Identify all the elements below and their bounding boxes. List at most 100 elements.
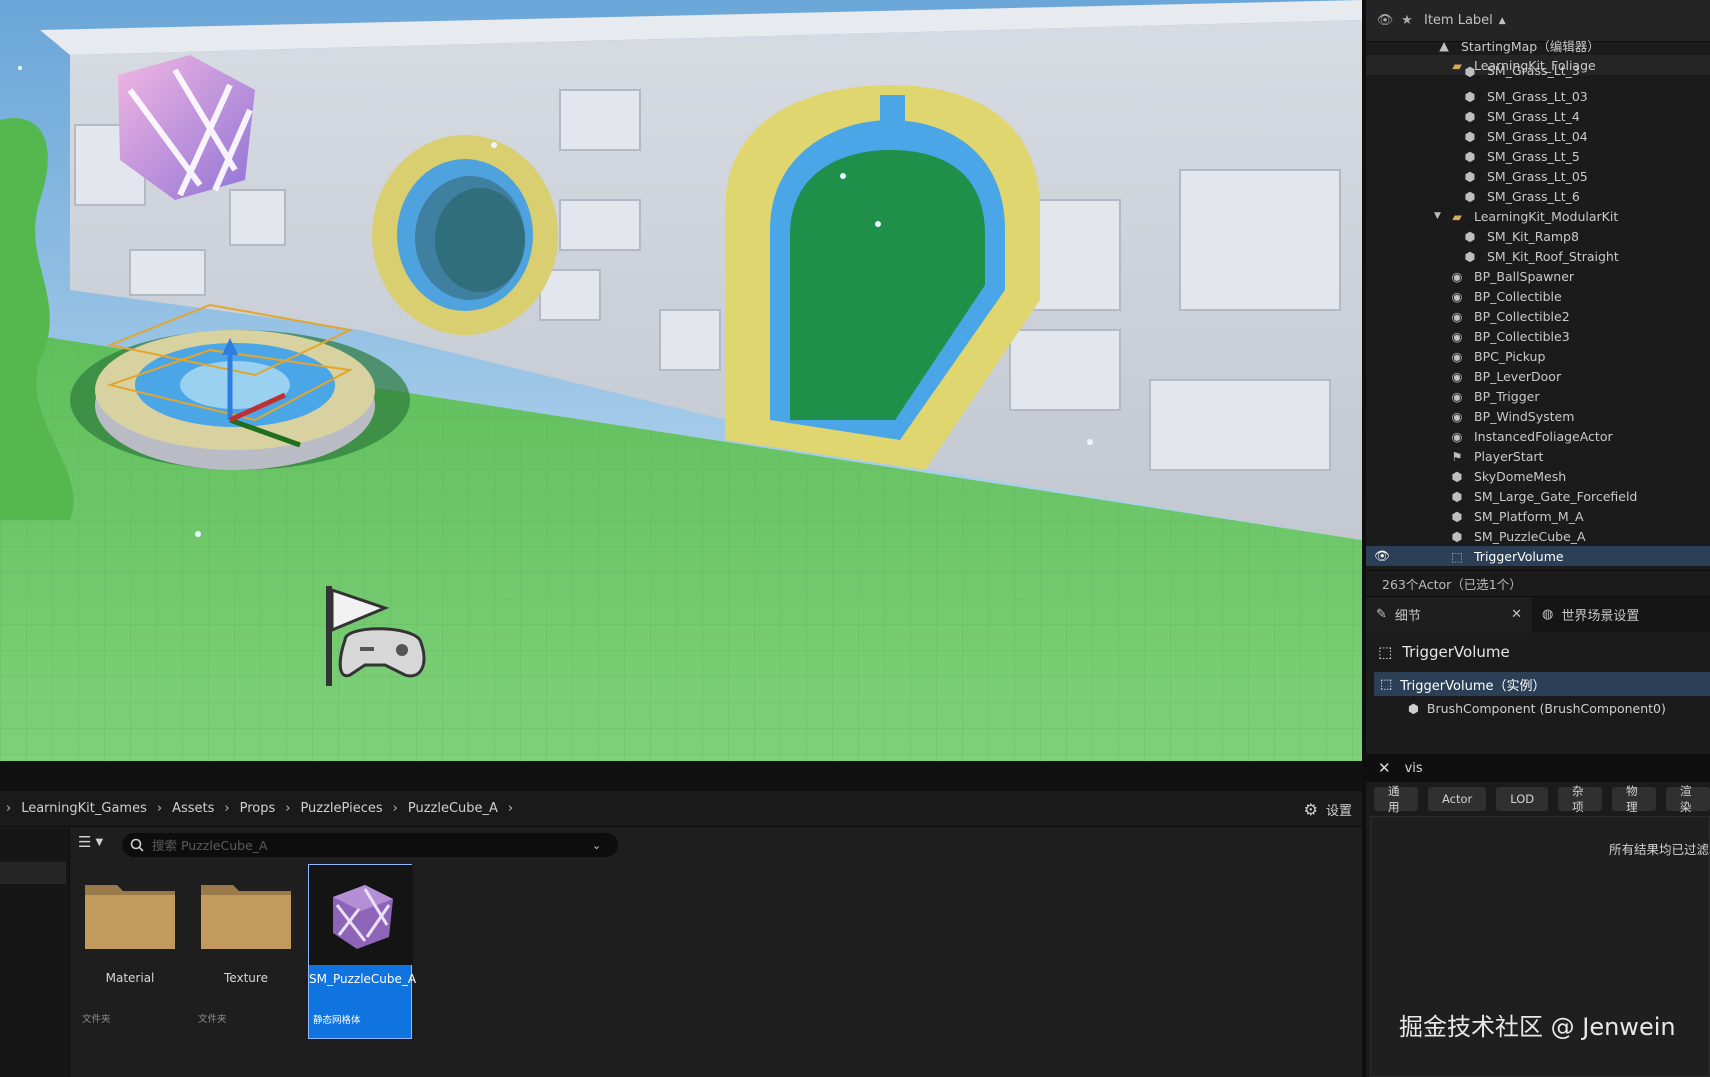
close-icon[interactable]: ✕ — [1511, 607, 1522, 622]
outliner-row[interactable]: ⬢ SM_Kit_Roof_Straight — [1366, 246, 1710, 266]
outliner-row[interactable]: ⬢ SM_Kit_Ramp8 — [1366, 226, 1710, 246]
folder-icon — [78, 864, 182, 964]
content-browser[interactable]: › LearningKit_Games › Assets › Props › PuzzlePi… — [0, 761, 1362, 1077]
blueprint-actor-icon: ◉ — [1451, 388, 1463, 404]
details-search[interactable]: ✕ vis — [1366, 754, 1710, 782]
outliner-row[interactable]: ◉ BP_BallSpawner — [1366, 266, 1710, 286]
tab-details[interactable]: ✎ 细节 ✕ — [1366, 596, 1532, 633]
outliner-row-label: BP_Collectible — [1474, 288, 1562, 304]
outliner-row-label: BP_Collectible3 — [1474, 328, 1570, 344]
filter-tab[interactable]: Actor — [1427, 787, 1487, 811]
expand-chevron-icon[interactable]: ▼ — [1434, 211, 1441, 221]
breadcrumb-item[interactable]: Props — [240, 801, 276, 816]
source-tree-selected-item[interactable] — [0, 862, 66, 884]
outliner-row-label: SM_Grass_Lt_05 — [1487, 168, 1588, 184]
outliner-row[interactable]: ⬢ SM_Grass_Lt_4 — [1366, 106, 1710, 126]
outliner-row[interactable]: ◉ BP_WindSystem — [1366, 406, 1710, 426]
asset-search[interactable]: ⌄ — [122, 833, 618, 857]
small-ring-mesh[interactable] — [372, 135, 558, 335]
blueprint-actor-icon: ◉ — [1451, 368, 1463, 384]
outliner-row-label: BP_WindSystem — [1474, 408, 1575, 424]
chevron-right-icon[interactable]: › — [224, 801, 229, 816]
asset-type: 文件夹 — [198, 1014, 227, 1025]
visibility-eye-icon[interactable]: 👁 — [1374, 13, 1396, 28]
chevron-right-icon[interactable]: › — [508, 801, 513, 816]
source-tree-panel[interactable] — [0, 828, 70, 1077]
blueprint-actor-icon: ◉ — [1451, 328, 1463, 344]
outliner-row[interactable]: ◉ BPC_Pickup — [1366, 346, 1710, 366]
asset-static-mesh-puzzlecube[interactable]: SM_PuzzleCube_A 静态网格体 — [308, 864, 416, 1039]
outliner-row[interactable]: ⬢ SkyDomeMesh — [1366, 466, 1710, 486]
outliner-row[interactable]: ◉ BP_Collectible3 — [1366, 326, 1710, 346]
chevron-right-icon[interactable]: › — [393, 801, 398, 816]
chevron-right-icon[interactable]: › — [157, 801, 162, 816]
outliner-row[interactable]: ⬢ SM_PuzzleCube_A — [1366, 526, 1710, 546]
selected-object-title: ⬚ TriggerVolume — [1366, 632, 1710, 672]
settings-button[interactable]: ⚙ 设置 — [1304, 791, 1352, 827]
column-item-label[interactable]: Item Label — [1424, 13, 1493, 28]
outliner-row-label: SkyDomeMesh — [1474, 468, 1567, 484]
world-outliner[interactable]: 👁 ★ Item Label ▲ ▲ StartingMap（编辑器） ▰ Learn… — [1362, 0, 1710, 596]
outliner-row[interactable]: ⬢ SM_Grass_Lt_3 — [1366, 66, 1710, 78]
details-search-value[interactable]: vis — [1405, 761, 1423, 776]
outliner-row[interactable]: ⬢ SM_Grass_Lt_5 — [1366, 146, 1710, 166]
cube-component-icon: ⬢ — [1408, 700, 1419, 716]
selected-object-name[interactable]: TriggerVolume — [1402, 643, 1510, 661]
trigger-volume-icon: ⬚ — [1380, 676, 1393, 692]
asset-search-input[interactable] — [152, 837, 592, 853]
outliner-row[interactable]: ⬢ SM_Platform_M_A — [1366, 506, 1710, 526]
asset-folder-texture[interactable]: Texture 文件夹 — [194, 864, 298, 1039]
outliner-row[interactable]: ⬢ SM_Grass_Lt_6 — [1366, 186, 1710, 206]
search-dropdown-chevron-icon[interactable]: ⌄ — [592, 839, 601, 852]
outliner-row-label: LearningKit_ModularKit — [1474, 208, 1619, 224]
breadcrumb-item[interactable]: PuzzlePieces — [300, 801, 382, 816]
tab-world-settings[interactable]: ◍ 世界场景设置 — [1532, 597, 1649, 633]
filter-tab[interactable]: 物理 — [1612, 784, 1657, 814]
outliner-row[interactable]: ▼ ▰ LearningKit_ModularKit — [1366, 206, 1710, 226]
outliner-row[interactable]: ▲ StartingMap（编辑器） — [1366, 35, 1710, 55]
gear-icon: ⚙ — [1303, 799, 1318, 819]
outliner-row[interactable]: ⬢ SM_Grass_Lt_05 — [1366, 166, 1710, 186]
outliner-row[interactable]: ◉ BP_Trigger — [1366, 386, 1710, 406]
level-viewport[interactable] — [0, 0, 1362, 761]
blueprint-actor-icon: ◉ — [1451, 268, 1463, 284]
filter-tab[interactable]: 杂项 — [1558, 784, 1603, 814]
filter-toolbar: ☰ ▼ — [78, 833, 103, 851]
visibility-eye-icon[interactable]: 👁 — [1374, 548, 1390, 564]
map-icon: ▲ — [1439, 37, 1449, 53]
component-row-instance[interactable]: ⬚ TriggerVolume（实例） — [1374, 672, 1710, 696]
outliner-row[interactable]: ⬢ SM_Large_Gate_Forcefield — [1366, 486, 1710, 506]
chevron-down-icon[interactable]: ▼ — [95, 837, 103, 848]
outliner-row[interactable]: ◉ BP_Collectible — [1366, 286, 1710, 306]
viewport-scene[interactable] — [0, 0, 1362, 761]
chevron-right-icon[interactable]: › — [285, 801, 290, 816]
outliner-row[interactable]: ⬢ SM_Grass_Lt_04 — [1366, 126, 1710, 146]
outliner-row[interactable]: ◉ BP_LeverDoor — [1366, 366, 1710, 386]
static-mesh-icon: ⬢ — [1464, 148, 1476, 164]
filter-icon[interactable]: ☰ — [78, 833, 91, 851]
filter-tab[interactable]: 通用 — [1374, 784, 1418, 814]
outliner-row[interactable]: ◉ BP_Collectible2 — [1366, 306, 1710, 326]
outliner-row[interactable]: 👁 ⬚ TriggerVolume — [1366, 546, 1710, 566]
chevron-right-icon[interactable]: › — [6, 801, 11, 816]
component-row-brush[interactable]: ⬢ BrushComponent (BrushComponent0) — [1374, 696, 1710, 720]
outliner-row-label: SM_Kit_Roof_Straight — [1487, 248, 1619, 264]
filter-tab[interactable]: LOD — [1496, 787, 1549, 811]
details-panel[interactable]: ✎ 细节 ✕ ◍ 世界场景设置 ⬚ TriggerVolume ⬚ Trigge… — [1362, 596, 1710, 1077]
player-start-icon: ⚑ — [1451, 448, 1463, 464]
pin-star-icon[interactable]: ★ — [1396, 13, 1418, 28]
outliner-row[interactable]: ⬢ SM_Grass_Lt_03 — [1366, 86, 1710, 106]
sort-ascending-icon[interactable]: ▲ — [1499, 16, 1506, 26]
static-mesh-icon: ⬢ — [1464, 128, 1476, 144]
breadcrumb-item[interactable]: LearningKit_Games — [21, 801, 147, 816]
outliner-row-label: PlayerStart — [1474, 448, 1544, 464]
asset-folder-material[interactable]: Material 文件夹 — [78, 864, 182, 1039]
outliner-row[interactable]: ◉ InstancedFoliageActor — [1366, 426, 1710, 446]
clear-search-icon[interactable]: ✕ — [1378, 759, 1391, 777]
filter-tab[interactable]: 渲染 — [1666, 784, 1710, 814]
outliner-row[interactable]: ⚑ PlayerStart — [1366, 446, 1710, 466]
actor-icon: ⬚ — [1378, 643, 1393, 661]
breadcrumb-item[interactable]: PuzzleCube_A — [408, 801, 498, 816]
tab-details-label: 细节 — [1394, 609, 1421, 624]
breadcrumb-item[interactable]: Assets — [172, 801, 214, 816]
